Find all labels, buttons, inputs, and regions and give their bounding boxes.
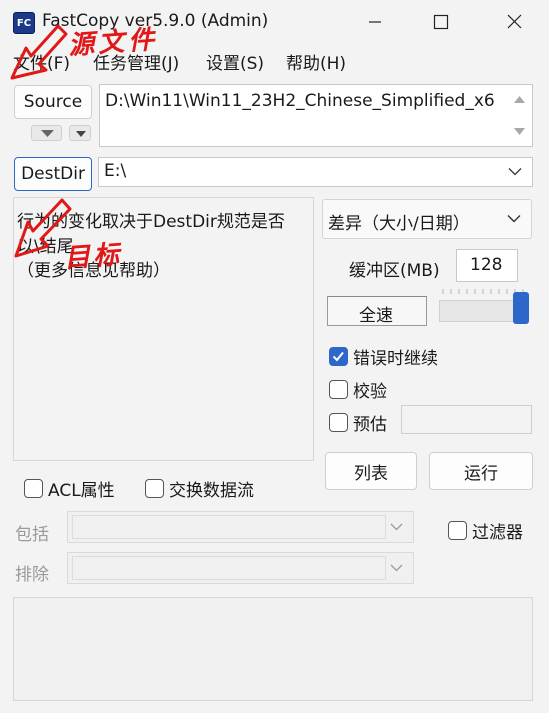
continue-on-error-checkbox[interactable]	[329, 347, 348, 366]
source-scrollbar[interactable]	[507, 85, 532, 146]
include-combo-inner	[72, 515, 386, 539]
chevron-down-icon	[508, 168, 522, 176]
continue-on-error-label: 错误时继续	[353, 349, 438, 369]
close-button[interactable]	[492, 0, 538, 44]
status-log-area	[13, 597, 533, 701]
maximize-button[interactable]	[418, 0, 464, 44]
acl-option[interactable]: ACL属性	[24, 476, 115, 501]
scroll-down-icon	[514, 128, 525, 135]
filter-option[interactable]: 过滤器	[448, 518, 523, 543]
triangle-down-icon	[76, 131, 86, 137]
source-path-input[interactable]: D:\Win11\Win11_23H2_Chinese_Simplified_x…	[99, 84, 533, 147]
source-button[interactable]: Source	[14, 85, 92, 119]
dest-path-text: E:\	[104, 161, 127, 181]
continue-on-error-option[interactable]: 错误时继续	[329, 344, 438, 369]
speed-slider[interactable]	[439, 288, 531, 326]
verify-checkbox[interactable]	[329, 380, 348, 399]
triangle-down-icon	[41, 130, 54, 137]
source-history-button[interactable]	[31, 125, 62, 141]
source-options-button[interactable]	[69, 125, 91, 141]
copy-mode-select[interactable]: 差异（大小/日期）	[322, 199, 532, 239]
speed-label: 全速	[359, 306, 393, 326]
chevron-down-icon	[507, 215, 521, 223]
annotation-dest-note: 目标	[63, 240, 124, 274]
acl-label: ACL属性	[48, 481, 115, 501]
verify-option[interactable]: 校验	[329, 377, 387, 402]
dest-path-combo[interactable]: E:\	[98, 157, 533, 187]
buffer-input[interactable]: 128	[456, 249, 518, 282]
source-path-text: D:\Win11\Win11_23H2_Chinese_Simplified_x…	[105, 91, 495, 111]
verify-label: 校验	[353, 382, 387, 402]
include-combo[interactable]	[67, 511, 414, 543]
acl-checkbox[interactable]	[24, 479, 43, 498]
filter-label: 过滤器	[472, 523, 523, 543]
streams-checkbox[interactable]	[145, 479, 164, 498]
buffer-label: 缓冲区(MB)	[349, 261, 440, 281]
destdir-button[interactable]: DestDir	[14, 157, 92, 191]
slider-thumb[interactable]	[513, 292, 529, 324]
minimize-button[interactable]	[352, 0, 398, 44]
annotation-source-note: 源文件	[67, 24, 160, 62]
close-icon	[507, 14, 522, 29]
annotation-arrow-source-icon	[10, 24, 68, 80]
list-button[interactable]: 列表	[325, 452, 417, 490]
filter-checkbox[interactable]	[448, 521, 467, 540]
minimize-icon	[369, 21, 381, 23]
copy-mode-value: 差异（大小/日期）	[328, 214, 470, 234]
exclude-label: 排除	[15, 565, 49, 585]
run-button[interactable]: 运行	[429, 452, 533, 490]
streams-label: 交换数据流	[169, 481, 254, 501]
menu-settings[interactable]: 设置(S)	[206, 49, 264, 74]
exclude-combo[interactable]	[67, 552, 414, 584]
exclude-combo-inner	[72, 556, 386, 580]
estimate-result-field	[401, 405, 532, 434]
estimate-checkbox[interactable]	[329, 413, 348, 432]
chevron-down-icon	[390, 564, 403, 572]
estimate-label: 预估	[353, 415, 387, 435]
estimate-option[interactable]: 预估	[329, 410, 387, 435]
chevron-down-icon	[390, 523, 403, 531]
menu-help[interactable]: 帮助(H)	[286, 49, 346, 74]
streams-option[interactable]: 交换数据流	[145, 476, 254, 501]
maximize-icon	[433, 14, 449, 30]
include-label: 包括	[15, 525, 49, 545]
buffer-value: 128	[470, 255, 503, 275]
checkmark-icon	[332, 351, 344, 362]
speed-label-box: 全速	[327, 296, 427, 326]
scroll-up-icon	[514, 96, 525, 103]
